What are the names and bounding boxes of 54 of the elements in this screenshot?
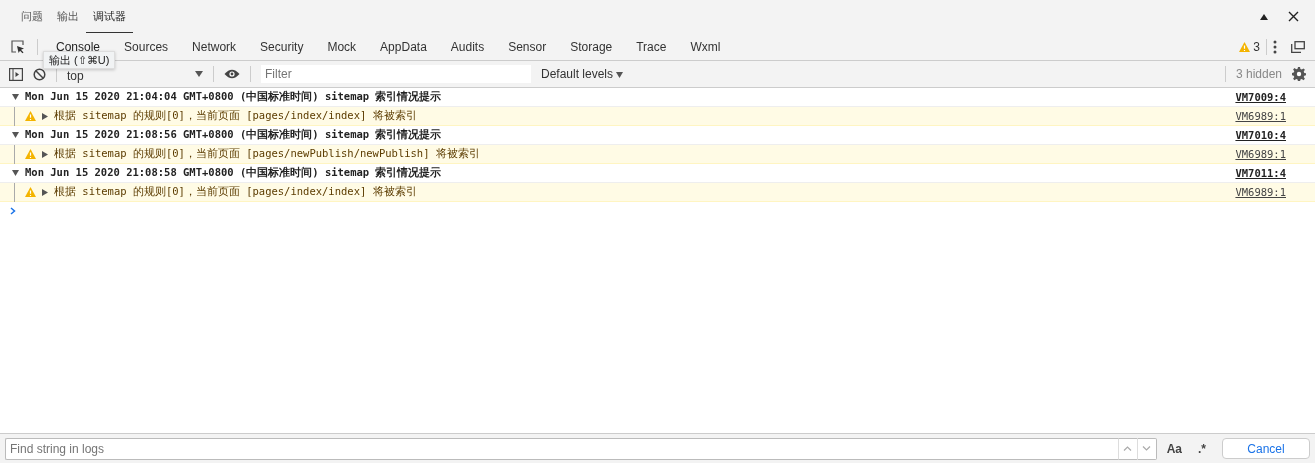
expand-triangle-icon[interactable] — [12, 94, 19, 100]
source-link[interactable]: VM7010:4 — [1235, 129, 1286, 141]
eye-icon[interactable] — [224, 69, 240, 79]
match-case-toggle[interactable]: Aa — [1166, 441, 1182, 456]
expand-triangle-icon[interactable] — [12, 170, 19, 176]
warning-icon — [25, 149, 36, 159]
log-message: 根据 sitemap 的规则[0]，当前页面 [pages/index/index] 将被索引 — [54, 109, 417, 123]
warning-count[interactable]: 3 — [1253, 39, 1260, 54]
source-link[interactable]: VM6989:1 — [1235, 186, 1286, 198]
expand-triangle-icon[interactable] — [12, 132, 19, 138]
source-link[interactable]: VM6989:1 — [1235, 148, 1286, 160]
filter-field[interactable]: Filter — [261, 65, 531, 83]
warning-icon — [25, 111, 36, 121]
devtools-tab[interactable]: AppData — [368, 33, 439, 60]
expand-triangle-icon[interactable] — [42, 112, 48, 120]
source-link[interactable]: VM7011:4 — [1235, 167, 1286, 179]
devtools-tab[interactable]: Wxml — [678, 33, 733, 60]
devtools-tab[interactable]: Trace — [624, 33, 679, 60]
undock-icon[interactable] — [1291, 40, 1305, 53]
log-group-title: Mon Jun 15 2020 21:08:58 GMT+0800 (中国标准时间) sitemap 索引情况提示 — [25, 166, 442, 180]
devtools-tab[interactable]: Mock — [315, 33, 369, 60]
close-icon[interactable] — [1288, 11, 1299, 22]
devtools-tab[interactable]: Network — [180, 33, 249, 60]
log-group-title: Mon Jun 15 2020 21:04:04 GMT+0800 (中国标准时间) sitemap 索引情况提示 — [25, 90, 442, 104]
log-message: 根据 sitemap 的规则[0]，当前页面 [pages/index/index] 将被索引 — [54, 185, 417, 199]
panel-tab[interactable]: 问题 — [14, 0, 50, 33]
levels-dropdown[interactable]: Default levels — [541, 67, 624, 81]
devtools-tab[interactable]: Audits — [438, 33, 497, 60]
tooltip: 输出 (⇧⌘U) — [43, 51, 116, 69]
hidden-count: 3 hidden — [1235, 67, 1282, 81]
sidebar-toggle-icon[interactable] — [9, 67, 23, 81]
log-group-title: Mon Jun 15 2020 21:08:56 GMT+0800 (中国标准时间) sitemap 索引情况提示 — [25, 128, 442, 142]
caret-up-icon[interactable] — [1260, 13, 1268, 20]
devtools-tab[interactable]: Storage — [558, 33, 625, 60]
caret-down-icon — [195, 71, 203, 77]
prompt-icon[interactable] — [10, 207, 16, 215]
warning-icon — [1239, 41, 1251, 52]
source-link[interactable]: VM6989:1 — [1235, 110, 1286, 122]
settings-icon[interactable] — [1292, 67, 1306, 81]
caret-down-icon — [616, 72, 624, 78]
search-field[interactable]: Find string in logs — [5, 437, 1118, 460]
source-link[interactable]: VM7009:4 — [1235, 91, 1286, 103]
more-icon[interactable] — [1273, 39, 1277, 54]
expand-triangle-icon[interactable] — [42, 188, 48, 196]
devtools-tab[interactable]: Security — [248, 33, 316, 60]
clear-icon[interactable] — [33, 67, 46, 81]
expand-triangle-icon[interactable] — [42, 150, 48, 158]
inspect-icon[interactable] — [11, 39, 25, 54]
log-message: 根据 sitemap 的规则[0]，当前页面 [pages/newPublish/newPublish] 将被索引 — [54, 147, 480, 161]
devtools-tab[interactable]: Sensor — [496, 33, 559, 60]
regex-toggle[interactable]: .* — [1198, 441, 1207, 456]
panel-tab[interactable]: 输出 — [50, 0, 86, 33]
cancel-button[interactable]: Cancel — [1222, 438, 1310, 459]
warning-icon — [25, 187, 36, 197]
